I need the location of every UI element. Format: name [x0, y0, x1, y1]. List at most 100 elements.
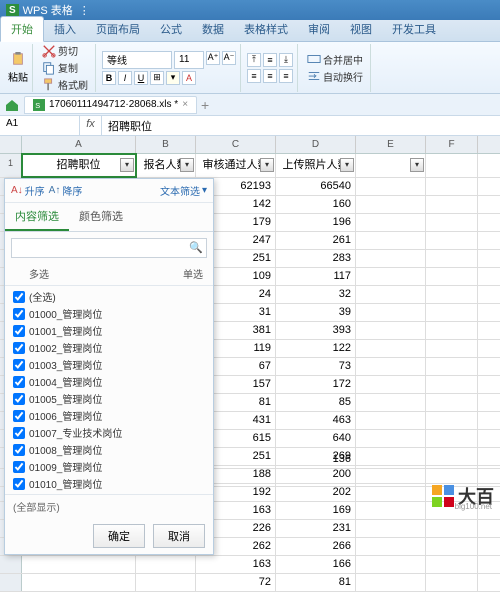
cell[interactable]: 73 — [276, 358, 356, 375]
select-all-corner[interactable] — [0, 136, 22, 153]
col-header[interactable]: D — [276, 136, 356, 153]
tab-layout[interactable]: 页面布局 — [86, 17, 150, 41]
filter-item[interactable]: 01010_管理岗位 — [5, 475, 213, 492]
filter-tab-color[interactable]: 颜色筛选 — [69, 203, 133, 231]
align-mid-button[interactable]: ≡ — [263, 53, 277, 67]
cell[interactable]: 393 — [276, 322, 356, 339]
cell[interactable]: 172 — [276, 376, 356, 393]
multi-select-label[interactable]: 多选 — [29, 266, 49, 281]
cell[interactable]: 231 — [276, 520, 356, 537]
inc-size-button[interactable]: A⁺ — [206, 51, 220, 65]
doc-tab[interactable]: S 17060111494712·28068.xls * × — [24, 96, 197, 114]
wrap-button[interactable]: 自动换行 — [304, 68, 366, 85]
col-header[interactable]: F — [426, 136, 478, 153]
tab-review[interactable]: 审阅 — [298, 17, 340, 41]
filter-item[interactable]: (全选) — [5, 288, 213, 305]
tab-dev[interactable]: 开发工具 — [382, 17, 446, 41]
sort-asc-button[interactable]: A↓升序 — [11, 183, 45, 198]
tab-insert[interactable]: 插入 — [44, 17, 86, 41]
filter-button[interactable]: ▾ — [410, 158, 424, 172]
home-icon[interactable] — [4, 97, 20, 113]
align-left-button[interactable]: ≡ — [247, 69, 261, 83]
cell[interactable]: ▾ — [356, 154, 426, 177]
fx-icon[interactable]: fx — [80, 116, 102, 135]
filter-checkbox[interactable] — [13, 342, 25, 354]
italic-button[interactable]: I — [118, 71, 132, 85]
filter-item[interactable]: 01003_管理岗位 — [5, 356, 213, 373]
row-header[interactable] — [0, 574, 22, 591]
cell[interactable]: 166 — [276, 556, 356, 573]
cell[interactable]: 72 — [196, 574, 276, 591]
cell[interactable]: 163 — [196, 556, 276, 573]
cell[interactable]: 32 — [276, 286, 356, 303]
col-header[interactable]: B — [136, 136, 196, 153]
filter-item[interactable]: 01008_管理岗位 — [5, 441, 213, 458]
align-center-button[interactable]: ≡ — [263, 69, 277, 83]
filter-checkbox[interactable] — [13, 325, 25, 337]
text-filter-button[interactable]: 文本筛选 ▾ — [160, 183, 207, 198]
size-select[interactable]: 11 — [174, 51, 204, 69]
filter-list[interactable]: (全选)01000_管理岗位01001_管理岗位01002_管理岗位01003_… — [5, 285, 213, 495]
tab-formula[interactable]: 公式 — [150, 17, 192, 41]
filter-item[interactable]: 01004_管理岗位 — [5, 373, 213, 390]
cell[interactable]: 136 — [276, 451, 356, 468]
filter-button[interactable]: ▾ — [180, 158, 194, 172]
filter-item[interactable]: 01007_专业技术岗位 — [5, 424, 213, 441]
cut-button[interactable]: 剪切 — [39, 42, 81, 59]
paste-button[interactable]: 粘贴 — [8, 52, 28, 84]
merge-button[interactable]: 合并居中 — [304, 51, 366, 68]
align-right-button[interactable]: ≡ — [279, 69, 293, 83]
cell-header[interactable]: 审核通过人数▾ — [196, 154, 276, 177]
filter-checkbox[interactable] — [13, 393, 25, 405]
filter-checkbox[interactable] — [13, 308, 25, 320]
tab-home[interactable]: 开始 — [0, 16, 44, 42]
bold-button[interactable]: B — [102, 71, 116, 85]
cell-header[interactable]: 上传照片人数▾ — [276, 154, 356, 177]
cell[interactable]: 261 — [276, 232, 356, 249]
filter-checkbox[interactable] — [13, 376, 25, 388]
fill-button[interactable]: ▾ — [166, 71, 180, 85]
tab-view[interactable]: 视图 — [340, 17, 382, 41]
cell[interactable]: 463 — [276, 412, 356, 429]
filter-checkbox[interactable] — [13, 410, 25, 422]
col-header[interactable]: C — [196, 136, 276, 153]
dec-size-button[interactable]: A⁻ — [222, 51, 236, 65]
menu-dots-icon[interactable]: ⋮ — [79, 4, 90, 17]
name-box[interactable]: A1 — [0, 116, 80, 135]
tab-data[interactable]: 数据 — [192, 17, 234, 41]
tab-tablestyle[interactable]: 表格样式 — [234, 17, 298, 41]
format-painter-button[interactable]: 格式刷 — [39, 76, 91, 93]
cell[interactable] — [276, 469, 356, 486]
filter-button[interactable]: ▾ — [340, 158, 354, 172]
filter-button[interactable]: ▾ — [260, 158, 274, 172]
cell[interactable]: 160 — [276, 196, 356, 213]
filter-checkbox[interactable] — [13, 359, 25, 371]
cell[interactable]: 39 — [276, 304, 356, 321]
cell[interactable]: 85 — [276, 394, 356, 411]
cell[interactable]: 266 — [276, 538, 356, 555]
cell-header[interactable]: 报名人数▾ — [136, 154, 196, 177]
col-header[interactable]: E — [356, 136, 426, 153]
cell[interactable]: 196 — [276, 214, 356, 231]
filter-item[interactable]: 01002_管理岗位 — [5, 339, 213, 356]
row-header[interactable]: 1 — [0, 154, 22, 177]
cancel-button[interactable]: 取消 — [153, 524, 205, 548]
align-top-button[interactable]: ⤒ — [247, 53, 261, 67]
cell[interactable]: 283 — [276, 250, 356, 267]
row-header[interactable] — [0, 556, 22, 573]
border-button[interactable]: ⊞ — [150, 71, 164, 85]
filter-checkbox[interactable] — [13, 444, 25, 456]
add-doc-button[interactable]: + — [201, 97, 209, 113]
filter-item[interactable]: 01006_管理岗位 — [5, 407, 213, 424]
align-bot-button[interactable]: ⤓ — [279, 53, 293, 67]
filter-checkbox[interactable] — [13, 291, 25, 303]
cell[interactable] — [426, 154, 478, 177]
filter-checkbox[interactable] — [13, 461, 25, 473]
single-select-label[interactable]: 单选 — [183, 266, 203, 281]
filter-search-input[interactable] — [11, 238, 207, 258]
fontcolor-button[interactable]: A — [182, 71, 196, 85]
col-header[interactable]: A — [22, 136, 136, 153]
cell[interactable]: 81 — [276, 574, 356, 591]
cell[interactable]: 169 — [276, 502, 356, 519]
underline-button[interactable]: U — [134, 71, 148, 85]
